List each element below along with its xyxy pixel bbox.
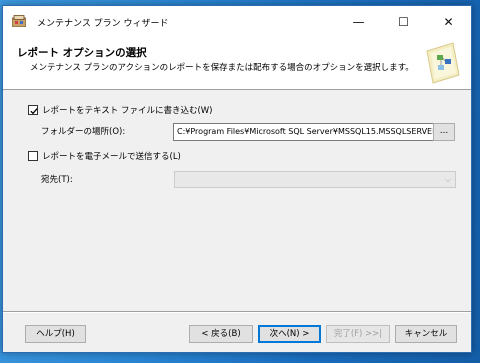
cancel-button[interactable]: キャンセル	[395, 325, 457, 343]
maximize-button[interactable]: ☐	[381, 6, 426, 37]
wizard-window: メンテナンス プラン ウィザード — ☐ ✕ レポート オプションの選択 メンテ…	[2, 5, 472, 353]
browse-button[interactable]: ...	[433, 123, 455, 141]
to-combobox: ⌵	[174, 171, 456, 188]
minimize-icon: —	[352, 14, 365, 29]
minimize-button[interactable]: —	[336, 6, 381, 37]
folder-location-input[interactable]: C:¥Program Files¥Microsoft SQL Server¥MS…	[173, 123, 454, 141]
write-report-label[interactable]: レポートをテキスト ファイルに書き込む(W)	[42, 104, 213, 116]
next-button[interactable]: 次へ(N) >	[258, 325, 321, 343]
maintenance-plan-icon	[12, 15, 26, 27]
wizard-header: レポート オプションの選択 メンテナンス プランのアクションのレポートを保存また…	[3, 37, 471, 90]
back-button[interactable]: < 戻る(B)	[189, 325, 253, 343]
footer-divider	[3, 311, 471, 313]
window-title: メンテナンス プラン ウィザード	[37, 19, 169, 29]
close-button[interactable]: ✕	[426, 6, 471, 37]
page-title: レポート オプションの選択	[17, 47, 147, 59]
email-report-checkbox[interactable]	[28, 151, 38, 161]
close-icon: ✕	[443, 14, 454, 29]
page-subtitle: メンテナンス プランのアクションのレポートを保存または配布する場合のオプションを…	[30, 63, 414, 73]
help-button[interactable]: ヘルプ(H)	[25, 325, 86, 343]
folder-location-label: フォルダーの場所(O):	[41, 127, 126, 137]
title-bar[interactable]: メンテナンス プラン ウィザード — ☐ ✕	[3, 6, 471, 37]
chevron-down-icon: ⌵	[444, 175, 451, 184]
wizard-graphic-icon	[426, 42, 460, 84]
email-report-label[interactable]: レポートを電子メールで送信する(L)	[42, 150, 181, 162]
finish-button[interactable]: 完了(F) >>|	[326, 325, 390, 343]
write-report-checkbox[interactable]	[28, 105, 38, 115]
to-label: 宛先(T):	[41, 175, 73, 185]
maximize-icon: ☐	[398, 14, 409, 29]
checkmark-icon	[30, 108, 38, 115]
